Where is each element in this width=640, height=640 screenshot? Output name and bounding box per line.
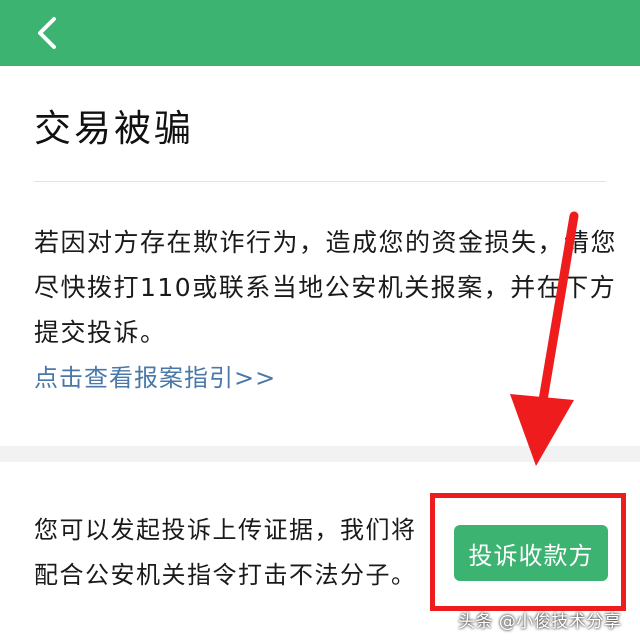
- report-guide-link[interactable]: 点击查看报案指引>>: [34, 358, 276, 393]
- divider: [34, 181, 606, 182]
- fraud-description: 若因对方存在欺诈行为，造成您的资金损失，请您尽快拨打110或联系当地公安机关报案…: [34, 228, 618, 347]
- section-gap: [0, 446, 640, 462]
- complaint-description: 您可以发起投诉上传证据，我们将配合公安机关指令打击不法分子。: [34, 516, 417, 589]
- watermark: 头条 @小俊技术分享: [458, 612, 622, 632]
- chevron-left-icon: [38, 17, 56, 49]
- page-title: 交易被骗: [34, 107, 194, 150]
- highlight-box: [430, 493, 626, 611]
- top-bar: [0, 0, 640, 66]
- back-button[interactable]: [24, 10, 70, 56]
